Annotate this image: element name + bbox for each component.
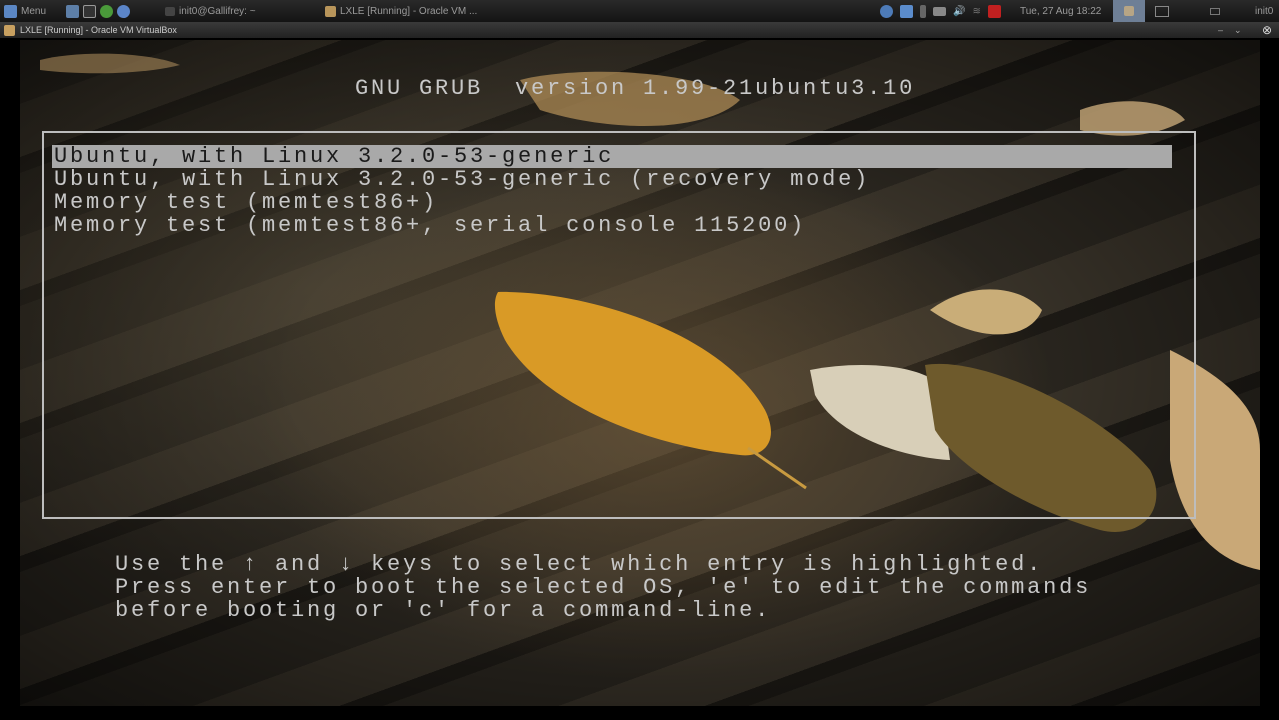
close-button[interactable]: ⊗ — [1262, 23, 1272, 37]
network-manager-icon[interactable] — [900, 4, 913, 18]
show-desktop-button[interactable] — [1155, 0, 1169, 22]
workspace-thumb-icon — [1124, 6, 1134, 16]
task-virtualbox[interactable]: LXLE [Running] - Oracle VM ... — [325, 0, 477, 22]
system-tray: 🔊 ≋ — [880, 0, 1001, 22]
menu-entry-ubuntu[interactable]: Ubuntu, with Linux 3.2.0-53-generic — [52, 145, 1172, 168]
window-title: LXLE [Running] - Oracle VM VirtualBox — [20, 25, 177, 35]
help-line: Press enter to boot the selected OS, 'e'… — [115, 575, 1092, 600]
wifi-icon[interactable]: ≋ — [972, 6, 980, 17]
help-text: Use the ↑ and ↓ keys to select which ent… — [115, 553, 1091, 622]
workspace-1[interactable] — [1113, 0, 1145, 22]
menu-button[interactable]: Menu — [4, 0, 46, 22]
window-titlebar[interactable]: LXLE [Running] - Oracle VM VirtualBox – … — [0, 22, 1279, 38]
minimize-button[interactable]: – — [1218, 25, 1223, 35]
terminal-icon[interactable] — [83, 4, 96, 18]
battery-icon[interactable] — [920, 4, 926, 18]
user-label: init0 — [1255, 5, 1274, 17]
mail-icon[interactable] — [933, 6, 946, 16]
grub-title: GNU GRUB version 1.99-21ubuntu3.10 — [355, 76, 916, 101]
window-icon[interactable] — [1210, 0, 1220, 22]
desktop-icon — [1155, 5, 1169, 17]
maximize-button[interactable]: ⌄ — [1234, 25, 1242, 36]
shield-icon[interactable] — [880, 4, 893, 18]
alert-icon[interactable] — [987, 4, 1001, 18]
menu-icon — [4, 4, 17, 18]
help-line: Use the ↑ and ↓ keys to select which ent… — [115, 552, 1044, 577]
menu-entry-recovery[interactable]: Ubuntu, with Linux 3.2.0-53-generic (rec… — [52, 168, 1172, 191]
file-manager-icon[interactable] — [66, 4, 79, 18]
help-line: before booting or 'c' for a command-line… — [115, 598, 772, 623]
menu-entry-memtest[interactable]: Memory test (memtest86+) — [52, 191, 1172, 214]
volume-icon[interactable]: 🔊 — [953, 6, 965, 17]
launchers — [66, 0, 130, 22]
virtualbox-icon — [325, 5, 336, 17]
browser-icon[interactable] — [117, 4, 130, 18]
terminal-icon — [165, 6, 175, 16]
window-list-icon — [1210, 7, 1220, 15]
menu-entry-memtest-serial[interactable]: Memory test (memtest86+, serial console … — [52, 214, 1172, 237]
clock[interactable]: Tue, 27 Aug 18:22 — [1020, 0, 1101, 22]
taskbar: Menu init0@Gallifrey: ~ LXLE [Running] -… — [0, 0, 1279, 22]
editor-icon[interactable] — [100, 4, 113, 18]
grub-menu: Ubuntu, with Linux 3.2.0-53-generic Ubun… — [42, 131, 1196, 519]
top-left-leaf — [40, 53, 180, 74]
vm-screen[interactable]: GNU GRUB version 1.99-21ubuntu3.10 Ubunt… — [20, 40, 1260, 706]
virtualbox-icon — [4, 24, 15, 36]
task-terminal[interactable]: init0@Gallifrey: ~ — [165, 0, 256, 22]
